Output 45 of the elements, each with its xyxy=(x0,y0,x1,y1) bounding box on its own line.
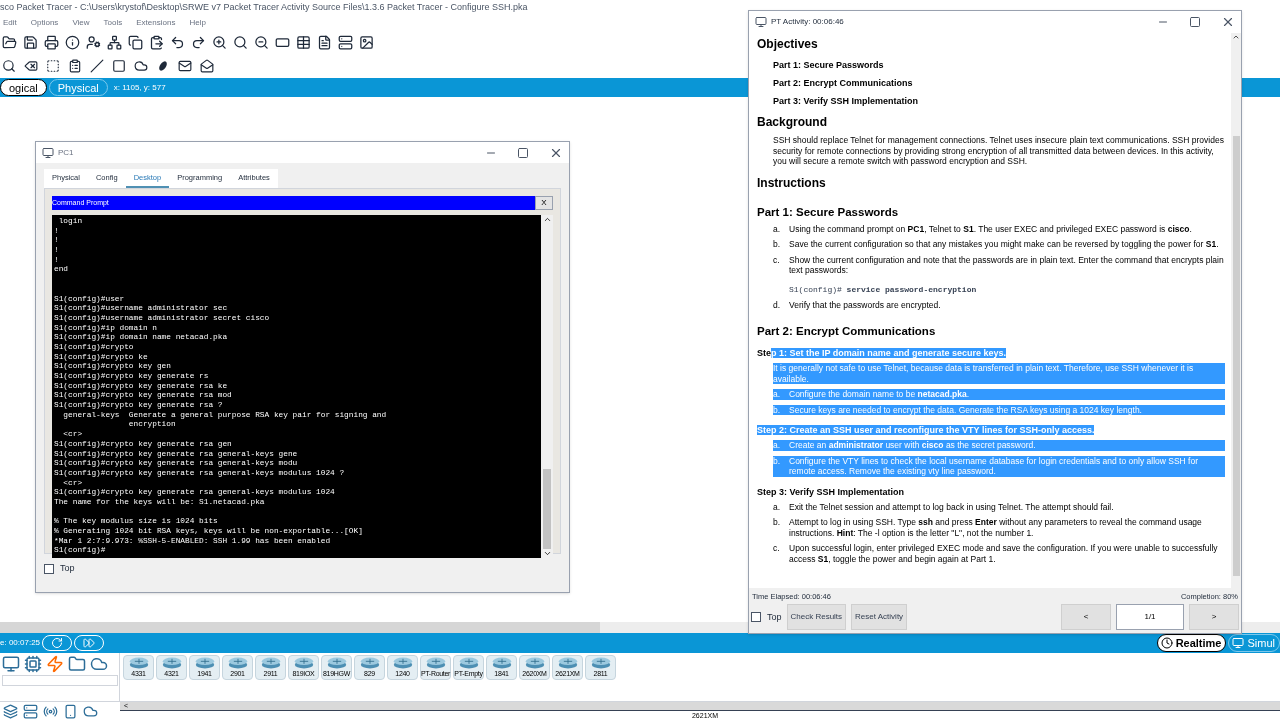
clock-text: e: 00:07:25 xyxy=(0,637,41,649)
menu-item[interactable]: Help xyxy=(189,17,206,29)
step-heading: Step 3: Verify SSH Implementation xyxy=(757,486,905,497)
coordinates-text: x: 1105, y: 577 xyxy=(113,81,166,94)
close-button[interactable]: X xyxy=(535,196,553,210)
checkbox-label: Top xyxy=(767,610,782,624)
instruction-item: d. Verify that the passwords are encrypted. xyxy=(773,299,942,310)
menu-item[interactable]: Tools xyxy=(103,17,123,29)
page-indicator: 1/1 xyxy=(1116,604,1184,631)
instruction-item: a. Exit the Telnet session and attempt to log back in using Telnet. The attempt should fail. xyxy=(773,501,1115,512)
menu-item[interactable]: Extensions xyxy=(136,17,176,29)
window-title: sco Packet Tracer - C:\Users\krystof\Desktop\SRWE v7 Packet Tracer Activity Source Files\1.3.6 Packet Tracer - Configure SSH.pka xyxy=(0,1,528,15)
part-heading: Part 2: Encrypt Communications xyxy=(757,325,936,337)
window-title: PC1 xyxy=(58,146,74,159)
step-heading: Step 2: Create an SSH user and reconfigure the VTY lines for SSH-only access. xyxy=(757,425,1095,435)
objective-text: Part 3: Verify SSH Implementation xyxy=(773,96,919,106)
instruction-item: a. Using the command prompt on PC1, Telnet to S1. The user EXEC and privileged EXEC password is cisco. xyxy=(773,223,1193,234)
objective-text: Part 1: Secure Passwords xyxy=(773,60,884,70)
paragraph: SSH should replace Telnet for management connections. Telnet uses insecure plain text communications. SSH provides security for remote connections by providing strong encryption of all transmitted data between devices. In this activity, you will secure a remote switch with password encryption and SSH. xyxy=(773,135,1225,167)
action-button[interactable]: Reset Activity xyxy=(851,604,908,631)
section-heading: Background xyxy=(757,115,827,129)
window-title: PT Activity: 00:06:46 xyxy=(771,16,844,28)
sim-mode-tab[interactable]: Realtime xyxy=(1156,634,1227,652)
instruction-item: b. Save the current configuration so that any mistakes you might make can be reversed by toggling the power for S1. xyxy=(773,239,1220,250)
previous-button[interactable]: < xyxy=(1061,604,1111,631)
instruction-item: b. Secure keys are needed to encrypt the data. Generate the RSA keys using a 1024 key length. xyxy=(773,404,1225,415)
menu-item[interactable]: View xyxy=(72,17,90,29)
menu-item[interactable]: Options xyxy=(30,17,59,29)
next-button[interactable]: > xyxy=(1189,604,1239,631)
section-heading: Objectives xyxy=(757,37,818,51)
menu-item[interactable]: Edit xyxy=(3,17,17,29)
mode-tab[interactable]: ogical xyxy=(0,79,47,96)
checkbox-label: Top xyxy=(60,562,75,575)
part-heading: Part 1: Secure Passwords xyxy=(757,205,899,218)
paragraph: It is generally not safe to use Telnet, because data is transferred in plain text. Therefore, use SSH whenever it is available. xyxy=(773,363,1225,384)
instruction-item: a. Create an administrator user with cisco as the secret password. xyxy=(773,440,1225,451)
instruction-item: c. Upon successful login, enter privileged EXEC mode and save the configuration. If you were unable to successfully access S1, toggle the power and begin again at Part 1. xyxy=(773,543,1219,564)
objective-text: Part 2: Encrypt Communications xyxy=(773,78,913,88)
section-heading: Instructions xyxy=(757,175,826,190)
instruction-item: a. Configure the domain name to be netacad.pka. xyxy=(773,389,1225,400)
instruction-item: b. Attempt to log in using SSH. Type ssh and press Enter without any parameters to reveal the command usage instructions. Hint: The -l option is the letter "L", not the number 1. xyxy=(773,517,1203,538)
code-line: S1(config)# service password-encryption xyxy=(789,284,977,294)
action-button[interactable]: Check Results xyxy=(786,604,847,631)
instruction-item: c. Show the current configuration and note that the passwords are in plain text. Enter the command that encrypts plain text passwords: xyxy=(773,254,1225,276)
instruction-item: b. Configure the VTY lines to check the local username database for login credentials and to only allow SSH for remote access. Remove the existing vty line password. xyxy=(773,455,1225,477)
